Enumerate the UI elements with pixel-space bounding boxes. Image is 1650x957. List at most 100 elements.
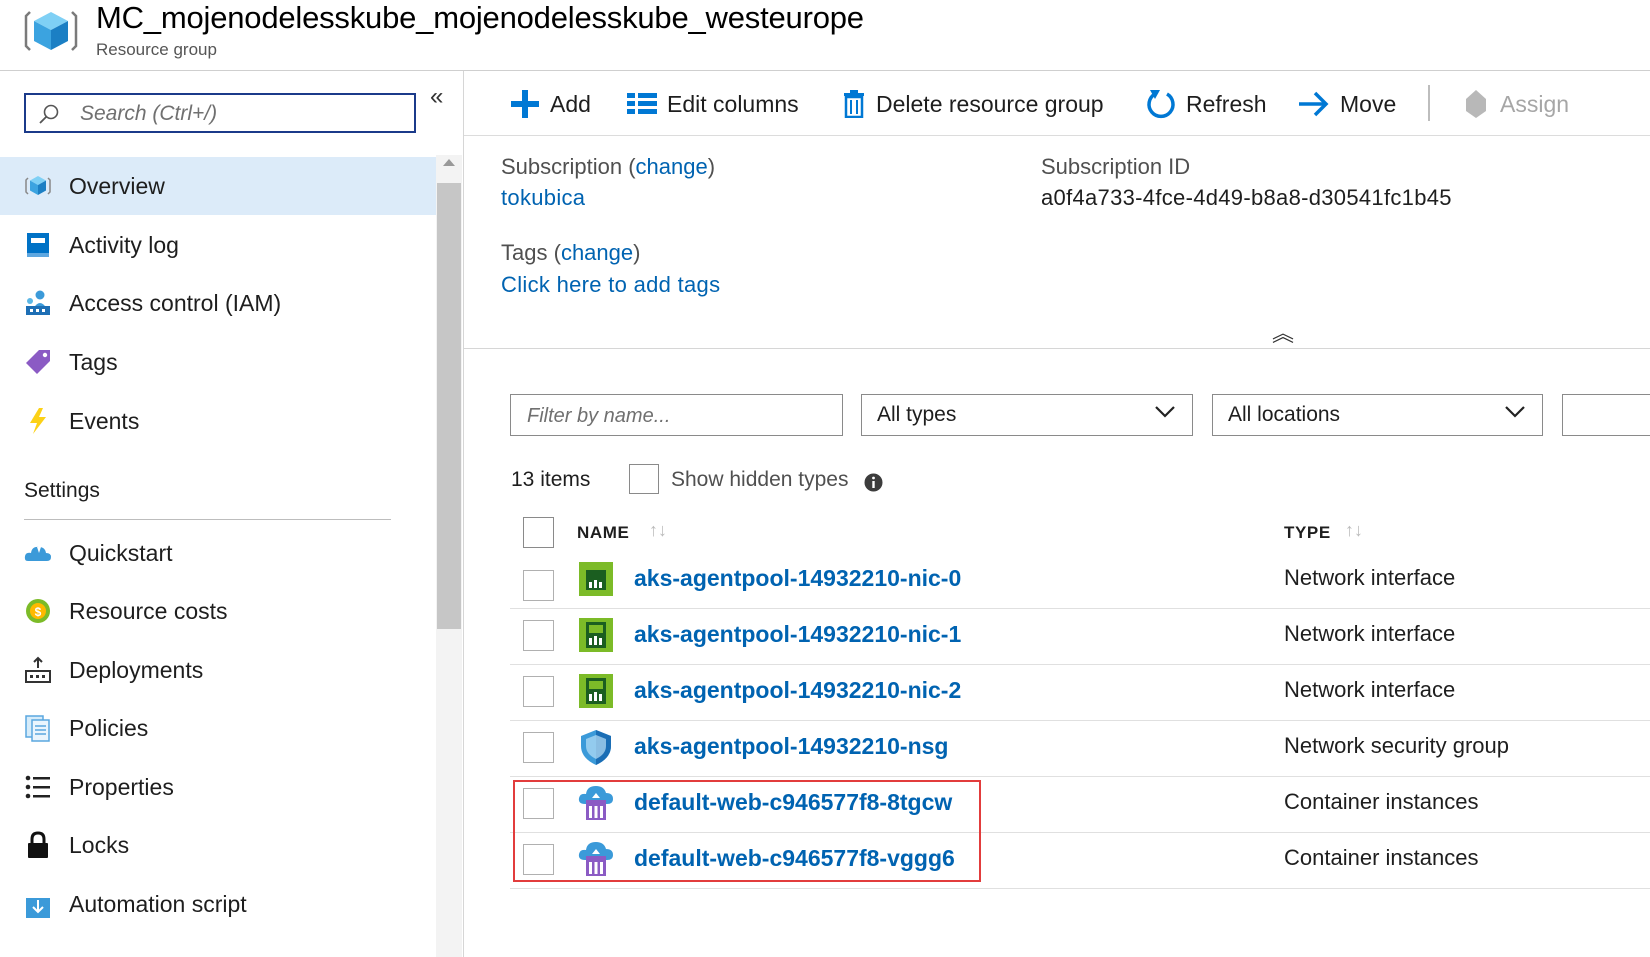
change-subscription-link[interactable]: change	[636, 154, 708, 179]
info-icon[interactable]	[864, 473, 883, 492]
activity-log-icon	[24, 231, 52, 259]
refresh-button[interactable]: Refresh	[1146, 87, 1267, 121]
resource-type: Container instances	[1284, 845, 1479, 870]
sidebar-item-label: Policies	[69, 714, 149, 741]
table-row[interactable]: default-web-c946577f8-8tgcw Container in…	[510, 776, 1650, 833]
iam-people-icon	[24, 289, 52, 317]
arrow-right-icon	[1299, 91, 1329, 117]
columns-icon	[627, 93, 657, 114]
sidebar-item-resource-costs[interactable]: $ Resource costs	[0, 582, 436, 640]
sidebar-item-label: Access control (IAM)	[69, 289, 282, 316]
essentials-panel: Subscription (change) tokubica Subscript…	[464, 136, 1650, 349]
row-checkbox[interactable]	[523, 620, 554, 651]
sidebar-item-overview[interactable]: Overview	[0, 157, 436, 215]
sidebar-item-label: Locks	[69, 831, 130, 858]
container-instance-icon	[578, 842, 613, 876]
sidebar-item-deployments[interactable]: Deployments	[0, 641, 436, 699]
sidebar-item-locks[interactable]: Locks	[0, 816, 436, 874]
toolbar-separator	[1428, 85, 1430, 121]
resource-type: Container instances	[1284, 789, 1479, 814]
sidebar-item-quickstart[interactable]: Quickstart	[0, 524, 436, 582]
cost-coin-icon: $	[24, 597, 52, 625]
assign-tags-button[interactable]: Assign	[1462, 87, 1569, 121]
sidebar-item-tags[interactable]: Tags	[0, 333, 436, 391]
row-checkbox[interactable]	[523, 732, 554, 763]
table-row[interactable]: aks-agentpool-14932210-nic-1 Network int…	[510, 608, 1650, 665]
chevron-down-icon	[1155, 406, 1175, 418]
page-title: MC_mojenodelesskube_mojenodelesskube_wes…	[96, 0, 864, 35]
additional-filter-dropdown[interactable]	[1562, 394, 1650, 436]
network-interface-icon	[579, 618, 613, 652]
scrollbar-thumb[interactable]	[437, 183, 461, 629]
delete-resource-group-label: Delete resource group	[876, 90, 1104, 117]
sidebar-item-activity-log[interactable]: Activity log	[0, 216, 436, 274]
tag-icon	[1466, 90, 1486, 118]
search-box[interactable]	[24, 93, 416, 133]
column-header-type[interactable]: TYPE	[1284, 523, 1331, 543]
items-count: 13 items	[511, 468, 591, 491]
filter-by-name-input[interactable]	[525, 401, 829, 431]
resource-name-link[interactable]: default-web-c946577f8-8tgcw	[634, 789, 952, 816]
section-divider	[24, 519, 391, 520]
show-hidden-types-label: Show hidden types	[671, 468, 849, 491]
properties-list-icon	[24, 773, 52, 801]
sidebar-scrollbar[interactable]	[436, 155, 462, 957]
tag-icon	[24, 348, 52, 376]
svg-text:$: $	[35, 605, 42, 619]
table-row[interactable]: aks-agentpool-14932210-nic-2 Network int…	[510, 664, 1650, 721]
sidebar-item-label: Properties	[69, 773, 174, 800]
table-row[interactable]: aks-agentpool-14932210-nic-0 Network int…	[510, 558, 1650, 609]
sidebar-item-iam[interactable]: Access control (IAM)	[0, 274, 436, 332]
add-button[interactable]: Add	[510, 87, 591, 121]
row-checkbox[interactable]	[523, 570, 554, 601]
table-row[interactable]: default-web-c946577f8-vggg6 Container in…	[510, 832, 1650, 889]
resource-name-link[interactable]: aks-agentpool-14932210-nic-0	[634, 565, 961, 592]
search-input[interactable]	[78, 99, 402, 129]
sidebar-item-label: Events	[69, 407, 140, 434]
sort-arrows-icon[interactable]: ↑↓	[649, 520, 667, 541]
select-all-checkbox[interactable]	[523, 517, 554, 548]
move-button[interactable]: Move	[1298, 87, 1396, 121]
sidebar-item-policies[interactable]: Policies	[0, 699, 436, 757]
resource-type: Network interface	[1284, 677, 1456, 702]
add-label: Add	[550, 90, 591, 117]
scroll-up-arrow-icon[interactable]	[443, 159, 455, 166]
collapse-essentials-chevron-icon[interactable]: ︽	[1272, 316, 1294, 348]
refresh-icon	[1147, 90, 1175, 119]
sidebar-item-automation-script[interactable]: Automation script	[0, 875, 436, 933]
sidebar-item-label: Activity log	[69, 231, 179, 258]
subscription-value-link[interactable]: tokubica	[501, 185, 585, 211]
search-icon	[39, 104, 59, 124]
collapse-menu-button[interactable]: «	[430, 83, 443, 111]
page-header: MC_mojenodelesskube_mojenodelesskube_wes…	[0, 0, 1650, 71]
types-dropdown[interactable]: All types	[861, 394, 1193, 436]
trash-icon	[844, 90, 864, 118]
row-checkbox[interactable]	[523, 844, 554, 875]
add-tags-link[interactable]: Click here to add tags	[501, 272, 720, 298]
resource-name-link[interactable]: aks-agentpool-14932210-nsg	[634, 733, 948, 760]
show-hidden-types-checkbox[interactable]	[629, 464, 659, 494]
network-interface-icon	[579, 562, 613, 596]
sidebar-item-properties[interactable]: Properties	[0, 758, 436, 816]
column-header-name[interactable]: NAME	[577, 523, 629, 543]
sort-arrows-icon[interactable]: ↑↓	[1345, 520, 1363, 541]
container-instance-icon	[578, 786, 613, 820]
cloud-quickstart-icon	[24, 539, 52, 567]
filter-by-name-box[interactable]	[510, 394, 843, 436]
row-checkbox[interactable]	[523, 676, 554, 707]
deployments-icon	[24, 656, 52, 684]
tags-label-group: Tags (change)	[501, 240, 641, 265]
row-checkbox[interactable]	[523, 788, 554, 819]
resource-name-link[interactable]: aks-agentpool-14932210-nic-1	[634, 621, 961, 648]
resource-name-link[interactable]: aks-agentpool-14932210-nic-2	[634, 677, 961, 704]
locations-dropdown[interactable]: All locations	[1212, 394, 1543, 436]
resource-name-link[interactable]: default-web-c946577f8-vggg6	[634, 845, 955, 872]
change-tags-link[interactable]: change	[561, 240, 633, 265]
table-row[interactable]: aks-agentpool-14932210-nsg Network secur…	[510, 720, 1650, 777]
sidebar-item-label: Automation script	[69, 890, 247, 917]
command-toolbar: Add Edit columns Delete resource group R…	[464, 71, 1650, 136]
edit-columns-button[interactable]: Edit columns	[627, 87, 799, 121]
sidebar-item-events[interactable]: Events	[0, 392, 436, 450]
delete-resource-group-button[interactable]: Delete resource group	[842, 87, 1104, 121]
refresh-label: Refresh	[1186, 90, 1267, 117]
